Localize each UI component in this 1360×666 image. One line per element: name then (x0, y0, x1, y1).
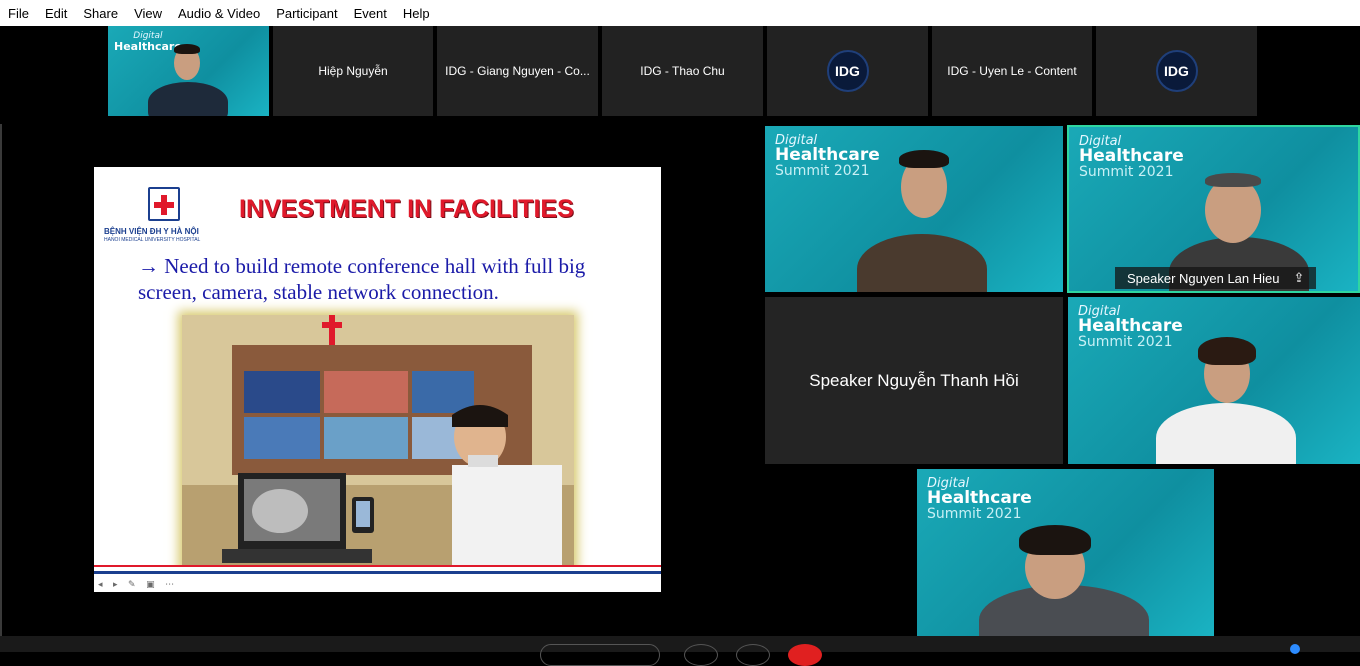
participant-video-tile[interactable]: Digital Healthcare (108, 26, 269, 116)
menu-view[interactable]: View (134, 6, 162, 21)
menu-share[interactable]: Share (83, 6, 118, 21)
menu-participant[interactable]: Participant (276, 6, 337, 21)
event-branding: Digital Healthcare Summit 2021 (775, 133, 880, 179)
event-branding: Digital Healthcare Summit 2021 (1078, 304, 1183, 350)
idg-avatar-icon: IDG (1155, 50, 1198, 92)
leave-button[interactable] (788, 644, 822, 666)
participant-tile-idg-2[interactable]: IDG (1096, 26, 1257, 116)
presentation-slide: BỆNH VIỆN ĐH Y HÀ NỘI HANOI MEDICAL UNIV… (94, 167, 661, 592)
speaker-name: Speaker Nguyen Lan Hieu (1127, 270, 1280, 286)
menu-bar: File Edit Share View Audio & Video Parti… (0, 0, 1360, 26)
slide-footer: ◂ ▸ ✎ ▣ ⋯ (94, 565, 661, 592)
speaker-hair (1198, 337, 1256, 365)
meeting-toolbar (0, 636, 1360, 666)
menu-edit[interactable]: Edit (45, 6, 67, 21)
speaker-hair (1205, 173, 1261, 187)
participant-tile-uyen[interactable]: IDG - Uyen Le - Content (932, 26, 1092, 116)
participant-name: IDG - Thao Chu (640, 64, 725, 78)
toolbar-button[interactable] (736, 644, 770, 666)
participant-name: IDG - Giang Nguyen - Co... (445, 64, 590, 78)
speaker-figure (1156, 403, 1296, 464)
status-indicator (1290, 644, 1300, 654)
participant-tile-thao[interactable]: IDG - Thao Chu (602, 26, 763, 116)
conference-room-illustration (182, 313, 574, 577)
speaker-hair (899, 150, 949, 168)
menu-event[interactable]: Event (354, 6, 387, 21)
menu-help[interactable]: Help (403, 6, 430, 21)
participant-tile-giang[interactable]: IDG - Giang Nguyen - Co... (437, 26, 598, 116)
menu-audio-video[interactable]: Audio & Video (178, 6, 260, 21)
toolbar-button-group[interactable] (540, 644, 660, 666)
speaker-tile-5[interactable]: Digital Healthcare Summit 2021 (917, 469, 1214, 636)
participant-tile-hiep[interactable]: Hiệp Nguyễn (273, 26, 433, 116)
idg-avatar-icon: IDG (826, 50, 869, 92)
participant-tile-idg-1[interactable]: IDG (767, 26, 928, 116)
participant-figure (148, 82, 228, 116)
speaker-hair (1019, 525, 1091, 555)
participant-name: IDG - Uyen Le - Content (947, 64, 1077, 78)
slide-title: INVESTMENT IN FACILITIES (239, 195, 574, 223)
conference-room-photo (182, 313, 574, 577)
speaker-tile-3[interactable]: Speaker Nguyễn Thanh Hồi (765, 297, 1063, 464)
speaker-tile-1[interactable]: Digital Healthcare Summit 2021 (765, 126, 1063, 292)
slide-body-text: → Need to build remote conference hall w… (138, 254, 586, 304)
participant-hair (174, 44, 200, 54)
red-cross-icon (154, 195, 174, 215)
event-branding: Digital Healthcare Summit 2021 (1079, 134, 1184, 180)
event-branding: Digital Healthcare Summit 2021 (927, 476, 1032, 522)
menu-file[interactable]: File (8, 6, 29, 21)
toolbar-button[interactable] (684, 644, 718, 666)
speaker-name-tag: Speaker Nguyen Lan Hieu ⇪ (1115, 267, 1317, 289)
speaker-tile-4[interactable]: Digital Healthcare Summit 2021 (1068, 297, 1360, 464)
hospital-logo: BỆNH VIỆN ĐH Y HÀ NỘI HANOI MEDICAL UNIV… (104, 185, 204, 245)
participant-strip: Digital Healthcare Hiệp Nguyễn IDG - Gia… (0, 26, 1360, 118)
participant-name: Hiệp Nguyễn (318, 64, 388, 78)
speaker-figure (857, 234, 987, 292)
event-branding: Digital Healthcare (114, 31, 182, 53)
share-screen-icon[interactable]: ⇪ (1294, 270, 1305, 286)
slide-controls[interactable]: ◂ ▸ ✎ ▣ ⋯ (98, 579, 178, 590)
speaker-tile-2[interactable]: Digital Healthcare Summit 2021 Speaker N… (1067, 125, 1360, 293)
speaker-name: Speaker Nguyễn Thanh Hồi (809, 370, 1019, 390)
